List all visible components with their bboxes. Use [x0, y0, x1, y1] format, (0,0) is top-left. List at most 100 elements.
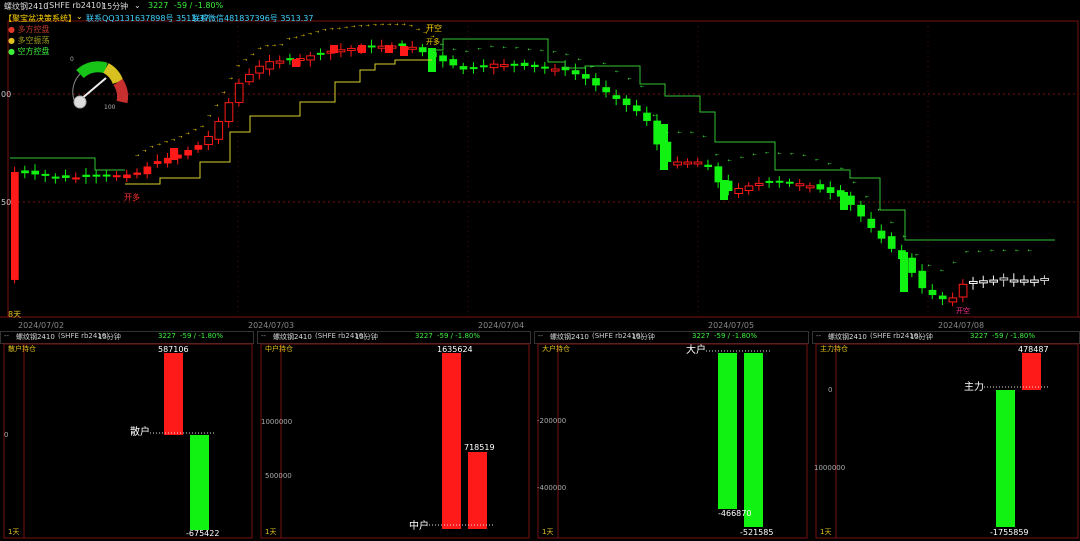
- trail-arrow: ←: [465, 49, 469, 55]
- price-change: -59 / -1.80%: [174, 1, 224, 10]
- candle-body: [520, 62, 529, 66]
- instrument-name[interactable]: 螺纹钢2410: [4, 1, 48, 12]
- candle-body: [358, 45, 366, 53]
- trail-arrow: →: [214, 103, 218, 109]
- panel-change: -59 / -1.80%: [437, 332, 481, 340]
- trail-arrow: ←: [890, 220, 894, 226]
- trail-arrow: →: [351, 24, 355, 30]
- trail-arrow: →: [207, 114, 211, 120]
- candle-body: [958, 283, 968, 298]
- trail-arrow: →: [193, 128, 197, 134]
- candle-body: [643, 112, 651, 121]
- candle-body: [775, 180, 784, 183]
- candle-body: [255, 65, 264, 74]
- trail-arrow: ←: [578, 57, 582, 63]
- bar-value-top: 587106: [158, 345, 189, 354]
- candle-body: [785, 181, 794, 184]
- candle-body: [385, 45, 393, 53]
- gauge-max-label: 100: [104, 104, 116, 111]
- axis-label-upper: 00: [1, 90, 12, 99]
- trail-arrow: ←: [940, 268, 944, 274]
- panel-menu-icon: --: [538, 332, 544, 340]
- position-panel-3[interactable]: -- 螺纹钢2410 (SHFE rb2410) 15分钟 3227 -59 / -1.8…: [534, 331, 809, 541]
- chevron-down-icon[interactable]: ⌄: [134, 1, 141, 10]
- candle-body: [316, 52, 325, 55]
- candle-body: [336, 49, 346, 53]
- position-panel-4[interactable]: -- 螺纹钢2410 (SHFE rb2410) 15分钟 3227 -59 / -1.8…: [812, 331, 1080, 541]
- candle-body: [275, 60, 285, 64]
- candle-body: [31, 170, 40, 175]
- period-selector[interactable]: 15分钟: [102, 1, 128, 12]
- trail-arrow: ←: [965, 250, 969, 256]
- date-label: 2024/07/02: [18, 321, 65, 330]
- y-axis-label: -400000: [537, 484, 567, 492]
- date-label: 2024/07/03: [248, 321, 295, 330]
- candle-body: [847, 195, 855, 205]
- y-axis-label: 1000000: [814, 464, 846, 472]
- candle-body: [112, 175, 121, 178]
- legend-item-bear: ● 空方控盘: [8, 47, 50, 56]
- trail-arrow: ←: [553, 49, 557, 55]
- candle-body: [632, 105, 641, 112]
- panel-change: -59 / -1.80%: [992, 332, 1036, 340]
- candle-body: [928, 289, 937, 296]
- bar-value-top: 1635624: [437, 345, 473, 354]
- candle-body: [571, 70, 580, 75]
- candle-body: [346, 47, 356, 51]
- candle-body: [400, 46, 408, 56]
- candle-body: [734, 188, 744, 195]
- position-panel-1[interactable]: -- 螺纹钢2410 (SHFE rb2410) 15分钟 3227 -59 / -1.8…: [0, 331, 254, 541]
- wx-contact: 联系微信481837396号 3513.37: [192, 14, 314, 23]
- date-label: 2024/07/04: [478, 321, 525, 330]
- main-kline-chart[interactable]: → → → → → → → → → → → → → → → → → → → → → → → → → → → → → → → → → → → → → → → →…: [0, 12, 1080, 330]
- candle-body: [714, 166, 723, 183]
- trail-arrow: →: [329, 27, 333, 33]
- trail-arrow: →: [387, 22, 391, 28]
- trail-arrow: →: [265, 44, 269, 50]
- candle-body: [330, 45, 338, 53]
- main-title-bar: 螺纹钢2410 (SHFE rb2410) 15分钟 ⌄ 3227 -59 / …: [0, 0, 1080, 12]
- candle-body: [377, 45, 387, 49]
- panel-change: -59 / -1.80%: [714, 332, 758, 340]
- candle-body: [418, 47, 427, 53]
- candle-body: [510, 63, 519, 66]
- panel-change: -59 / -1.80%: [180, 332, 224, 340]
- trail-arrow: ←: [815, 157, 819, 163]
- main-chart-canvas[interactable]: →→→ → → → →→→→→→→→→→→→ → → →→ → → → → → → → → → → → → → → → → →→…: [0, 12, 1080, 330]
- panel-frame: [537, 343, 808, 539]
- trail-arrow: ←: [753, 152, 757, 158]
- candle-body: [245, 73, 254, 83]
- trail-arrow: →: [250, 52, 254, 58]
- axis-label-lower: 50: [1, 198, 12, 207]
- trail-arrow: ←: [778, 151, 782, 157]
- candle-body: [123, 174, 131, 179]
- candle-body: [581, 74, 590, 79]
- candle-body: [999, 277, 1009, 281]
- candle-body: [214, 121, 224, 140]
- candle-body: [204, 136, 213, 146]
- chart-frame: [7, 20, 1079, 318]
- chevron-down-icon[interactable]: ⌄: [76, 12, 83, 21]
- trail-arrow: →: [286, 36, 290, 42]
- candle-body: [51, 176, 60, 179]
- trail-arrow: ←: [1015, 248, 1019, 254]
- candle-body: [541, 66, 549, 69]
- trail-arrow: ←: [853, 180, 857, 186]
- trail-arrow: ←: [928, 263, 932, 269]
- candle-body: [41, 173, 50, 176]
- trail-arrow: ←: [840, 166, 844, 172]
- trail-arrow: →: [409, 24, 413, 30]
- candle-body: [1040, 277, 1050, 281]
- instrument-code: (SHFE rb2410): [46, 1, 105, 10]
- panel-tag-label: 中户: [409, 521, 429, 532]
- panel-canvas: [812, 331, 1080, 539]
- bar-short: [744, 353, 763, 527]
- candle-body: [449, 59, 458, 66]
- candle-body: [531, 64, 539, 67]
- position-panel-2[interactable]: -- 螺纹钢2410 (SHFE rb2410) 15分钟 3227 -59 / -1.8…: [257, 331, 531, 541]
- panel-subtitle: 散户持仓: [8, 345, 36, 353]
- trail-arrow: ←: [990, 248, 994, 254]
- candle-body: [408, 46, 417, 50]
- date-label: 2024/07/08: [938, 321, 985, 330]
- candle-body: [292, 59, 300, 67]
